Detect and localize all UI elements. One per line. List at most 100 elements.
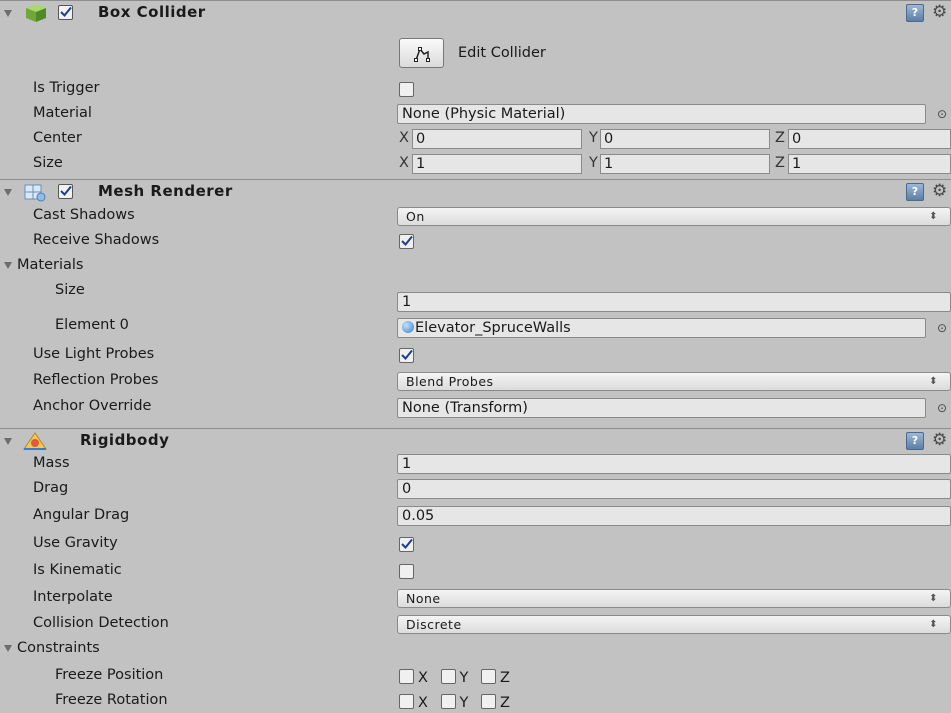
material-label: Material: [33, 105, 92, 121]
foldout-arrow-icon[interactable]: [4, 10, 12, 17]
edit-collider-label: Edit Collider: [458, 45, 546, 61]
freeze-rotation-y-checkbox[interactable]: [440, 694, 456, 709]
mass-row: Mass 1: [0, 452, 951, 477]
freeze-position-label: Freeze Position: [55, 667, 164, 683]
mass-field[interactable]: 1: [397, 454, 951, 474]
cast-shadows-dropdown[interactable]: On ⬍: [397, 207, 951, 226]
angular-drag-field[interactable]: 0.05: [397, 506, 951, 526]
constraints-label: Constraints: [17, 640, 100, 656]
materials-row[interactable]: Materials: [0, 254, 951, 279]
gear-icon[interactable]: ⚙: [932, 2, 947, 22]
element0-value: Elevator_SpruceWalls: [415, 320, 571, 336]
help-icon[interactable]: ?: [906, 4, 924, 22]
component-title: Mesh Renderer: [98, 182, 233, 200]
size-z-field[interactable]: 1: [788, 154, 951, 174]
receive-shadows-checkbox[interactable]: [399, 234, 414, 249]
collision-detection-dropdown[interactable]: Discrete ⬍: [397, 615, 951, 634]
dropdown-arrow-icon: ⬍: [929, 593, 938, 604]
foldout-arrow-icon[interactable]: [4, 438, 12, 445]
help-icon[interactable]: ?: [906, 183, 924, 201]
freeze-rotation-x-checkbox[interactable]: [399, 694, 414, 709]
cube-icon: [26, 4, 46, 22]
angular-drag-row: Angular Drag 0.05: [0, 504, 951, 529]
reflection-probes-row: Reflection Probes Blend Probes ⬍: [0, 368, 951, 393]
size-y-field[interactable]: 1: [600, 154, 770, 174]
foldout-arrow-icon[interactable]: [4, 262, 12, 269]
rigidbody-header[interactable]: Rigidbody ? ⚙: [0, 428, 951, 453]
center-x-field[interactable]: 0: [412, 129, 582, 149]
freeze-position-y-checkbox[interactable]: [440, 669, 456, 684]
object-picker-icon[interactable]: ⊙: [937, 107, 947, 121]
center-label: Center: [33, 130, 82, 146]
freeze-position-z-checkbox[interactable]: [481, 669, 497, 684]
edit-collider-icon: [414, 47, 430, 62]
freeze-position-x-label: X: [418, 670, 428, 686]
inspector-panel: Box Collider ? ⚙ Edit Collider Is Trigge…: [0, 0, 951, 713]
object-picker-icon[interactable]: ⊙: [937, 321, 947, 335]
interpolate-value: None: [406, 591, 441, 606]
collision-detection-value: Discrete: [406, 617, 462, 632]
enabled-checkbox[interactable]: [58, 184, 73, 199]
freeze-position-y-label: Y: [459, 670, 469, 686]
use-gravity-checkbox[interactable]: [399, 537, 414, 552]
mesh-renderer-header[interactable]: Mesh Renderer ? ⚙: [0, 179, 951, 204]
center-z-label: Z: [775, 130, 785, 146]
size-z-label: Z: [775, 155, 785, 171]
collision-detection-label: Collision Detection: [33, 615, 169, 631]
drag-field[interactable]: 0: [397, 479, 951, 499]
collision-detection-row: Collision Detection Discrete ⬍: [0, 612, 951, 637]
center-z-field[interactable]: 0: [788, 129, 951, 149]
is-kinematic-checkbox[interactable]: [399, 564, 414, 579]
constraints-row[interactable]: Constraints: [0, 637, 951, 662]
use-gravity-row: Use Gravity: [0, 532, 951, 557]
use-gravity-label: Use Gravity: [33, 535, 118, 551]
interpolate-row: Interpolate None ⬍: [0, 586, 951, 611]
element0-row: Element 0 Elevator_SpruceWalls ⊙: [0, 304, 951, 338]
gear-icon[interactable]: ⚙: [932, 430, 947, 450]
anchor-override-field[interactable]: None (Transform): [397, 398, 926, 418]
foldout-arrow-icon[interactable]: [4, 645, 12, 652]
is-trigger-checkbox[interactable]: [399, 82, 414, 97]
reflection-probes-label: Reflection Probes: [33, 372, 159, 388]
foldout-arrow-icon[interactable]: [4, 189, 12, 196]
reflection-probes-dropdown[interactable]: Blend Probes ⬍: [397, 372, 951, 391]
angular-drag-label: Angular Drag: [33, 507, 130, 523]
component-title: Rigidbody: [80, 431, 170, 449]
materials-size-label: Size: [55, 282, 85, 298]
enabled-checkbox[interactable]: [58, 5, 73, 20]
box-collider-header[interactable]: Box Collider ? ⚙: [0, 0, 951, 25]
center-y-field[interactable]: 0: [600, 129, 770, 149]
interpolate-dropdown[interactable]: None ⬍: [397, 589, 951, 608]
gear-icon[interactable]: ⚙: [932, 181, 947, 201]
cast-shadows-value: On: [406, 209, 425, 224]
anchor-override-row: Anchor Override None (Transform) ⊙: [0, 395, 951, 420]
size-label: Size: [33, 155, 63, 171]
cast-shadows-row: Cast Shadows On ⬍: [0, 204, 951, 229]
reflection-probes-value: Blend Probes: [406, 374, 494, 389]
check-icon: [401, 538, 413, 549]
materials-label: Materials: [17, 257, 84, 273]
freeze-rotation-z-label: Z: [500, 695, 510, 711]
drag-label: Drag: [33, 480, 69, 496]
freeze-position-z-label: Z: [500, 670, 510, 686]
material-row: Material None (Physic Material) ⊙: [0, 102, 951, 127]
material-sphere-icon: [402, 321, 414, 333]
light-probes-label: Use Light Probes: [33, 346, 155, 362]
mass-label: Mass: [33, 455, 70, 471]
freeze-rotation-z-checkbox[interactable]: [481, 694, 497, 709]
center-y-label: Y: [589, 130, 598, 146]
size-x-label: X: [399, 155, 409, 171]
is-kinematic-label: Is Kinematic: [33, 562, 122, 578]
mesh-renderer-icon: [24, 184, 46, 202]
freeze-position-x-checkbox[interactable]: [399, 669, 414, 684]
rigidbody-icon: [23, 432, 47, 450]
dropdown-arrow-icon: ⬍: [929, 211, 938, 222]
check-icon: [401, 349, 413, 360]
light-probes-checkbox[interactable]: [399, 348, 414, 363]
material-field[interactable]: None (Physic Material): [397, 104, 926, 124]
element0-field[interactable]: Elevator_SpruceWalls: [397, 318, 926, 338]
size-x-field[interactable]: 1: [412, 154, 582, 174]
help-icon[interactable]: ?: [906, 432, 924, 450]
edit-collider-button[interactable]: [399, 38, 444, 68]
object-picker-icon[interactable]: ⊙: [937, 401, 947, 415]
